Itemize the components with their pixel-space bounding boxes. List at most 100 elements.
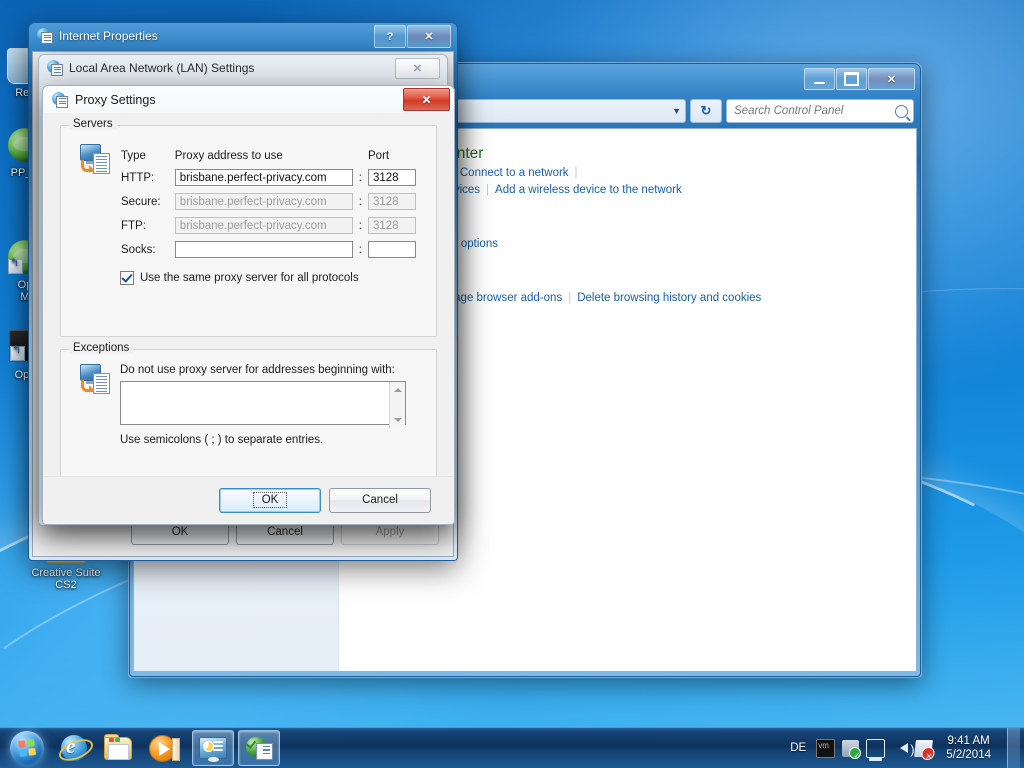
window-title: Local Area Network (LAN) Settings: [69, 61, 254, 75]
desktop-icon-label: Creative Suite CS2: [14, 567, 118, 591]
internet-properties-icon: [37, 28, 53, 44]
cancel-button[interactable]: Cancel: [329, 488, 431, 513]
taskbar[interactable]: DE 9:41 AM 5/2/2014: [0, 727, 1024, 768]
language-indicator[interactable]: DE: [790, 742, 806, 754]
exceptions-group: Exceptions Do not use proxy server for a…: [60, 349, 437, 483]
ok-button-label: OK: [253, 492, 288, 508]
minimize-button[interactable]: [804, 68, 835, 90]
row-label-http: HTTP:: [120, 168, 174, 187]
proxy-settings-body: Servers Type Proxy address to use Port: [44, 113, 453, 523]
lan-settings-titlebar[interactable]: Local Area Network (LAN) Settings ✕: [39, 55, 447, 81]
search-input[interactable]: [732, 104, 895, 118]
exceptions-icon: [80, 364, 110, 394]
secure-address-input: [175, 193, 353, 210]
network-icon[interactable]: [866, 739, 885, 758]
proxy-settings-titlebar[interactable]: Proxy Settings ✕: [43, 86, 454, 113]
close-button[interactable]: ✕: [868, 68, 915, 90]
table-row: Secure: :: [120, 192, 417, 211]
ftp-address-input: [175, 217, 353, 234]
row-label-ftp: FTP:: [120, 216, 174, 235]
close-icon: ✕: [424, 30, 433, 43]
close-icon: ✕: [421, 93, 431, 107]
taskbar-item-windows-media-player[interactable]: [142, 731, 182, 765]
exceptions-legend: Exceptions: [69, 342, 133, 354]
http-address-input[interactable]: [175, 169, 353, 186]
chevron-down-icon[interactable]: ▼: [672, 106, 681, 116]
internet-explorer-icon: [61, 735, 87, 761]
exceptions-scrollbar[interactable]: [389, 382, 405, 428]
vm-icon[interactable]: [816, 739, 835, 758]
col-address: Proxy address to use: [174, 149, 354, 163]
windows-logo-icon: [10, 731, 44, 765]
maximize-button[interactable]: [836, 68, 867, 90]
proxy-settings-icon: [52, 92, 68, 108]
row-label-secure: Secure:: [120, 192, 174, 211]
question-mark-icon: ?: [387, 31, 394, 43]
close-button[interactable]: ✕: [403, 88, 450, 111]
help-button[interactable]: ?: [374, 25, 406, 48]
taskbar-item-control-panel[interactable]: [192, 730, 234, 766]
ftp-port-input: [368, 217, 416, 234]
row-label-socks: Socks:: [120, 240, 174, 259]
proxy-settings-footer: OK Cancel: [44, 476, 453, 523]
socks-address-input[interactable]: [175, 241, 353, 258]
colon-separator: :: [354, 168, 367, 187]
same-proxy-checkbox[interactable]: [120, 271, 134, 285]
search-icon: [895, 105, 908, 118]
secure-port-input: [368, 193, 416, 210]
search-input-wrap[interactable]: [726, 99, 914, 123]
exceptions-description: Do not use proxy server for addresses be…: [120, 364, 417, 376]
windows-explorer-icon: [104, 737, 132, 760]
colon-separator: :: [354, 216, 367, 235]
start-button[interactable]: [2, 729, 52, 767]
taskbar-item-internet-explorer[interactable]: [54, 731, 94, 765]
close-button[interactable]: ✕: [395, 58, 440, 79]
same-proxy-label: Use the same proxy server for all protoc…: [140, 272, 359, 284]
clock-time: 9:41 AM: [946, 734, 991, 748]
table-row: Socks: :: [120, 240, 417, 259]
volume-icon[interactable]: [895, 743, 908, 753]
exceptions-hint: Use semicolons ( ; ) to separate entries…: [120, 434, 417, 446]
same-proxy-checkbox-row[interactable]: Use the same proxy server for all protoc…: [120, 271, 417, 285]
refresh-icon: ↻: [701, 103, 712, 119]
link-add-wireless[interactable]: Add a wireless device to the network: [495, 184, 682, 196]
servers-group: Servers Type Proxy address to use Port: [60, 125, 437, 337]
taskbar-item-windows-explorer[interactable]: [98, 731, 138, 765]
window-title: Internet Properties: [59, 29, 158, 43]
table-row: FTP: :: [120, 216, 417, 235]
internet-properties-titlebar[interactable]: Internet Properties ? ✕: [29, 23, 457, 49]
shield-check-icon[interactable]: [842, 740, 859, 757]
exceptions-textarea-wrap[interactable]: [120, 381, 406, 425]
col-type: Type: [120, 149, 174, 163]
refresh-button[interactable]: ↻: [690, 99, 722, 123]
colon-separator: :: [354, 192, 367, 211]
close-icon: ✕: [887, 73, 896, 86]
servers-legend: Servers: [69, 118, 117, 130]
link-connect-network[interactable]: Connect to a network: [460, 167, 569, 179]
taskbar-item-internet-properties[interactable]: [238, 730, 280, 766]
window-controls[interactable]: ✕: [804, 68, 915, 90]
ok-button[interactable]: OK: [219, 488, 321, 513]
servers-table: Type Proxy address to use Port HTTP: :: [120, 144, 417, 264]
system-tray[interactable]: DE 9:41 AM 5/2/2014: [790, 728, 1024, 768]
http-port-input[interactable]: [368, 169, 416, 186]
proxy-settings-dialog[interactable]: Proxy Settings ✕ Servers Type Proxy addr…: [42, 85, 455, 525]
show-desktop-button[interactable]: [1007, 728, 1020, 768]
proxy-server-icon: [80, 144, 110, 174]
scroll-up-icon[interactable]: [394, 384, 402, 392]
desktop[interactable]: Rec PP_C Op M Ope Creative Suite CS2: [0, 0, 1024, 768]
action-center-flag-icon[interactable]: [914, 740, 933, 757]
windows-media-player-icon: [149, 735, 176, 762]
scroll-down-icon[interactable]: [394, 418, 402, 426]
socks-port-input[interactable]: [368, 241, 416, 258]
window-title: Proxy Settings: [75, 93, 156, 107]
clock[interactable]: 9:41 AM 5/2/2014: [939, 734, 998, 762]
colon-separator: :: [354, 240, 367, 259]
control-panel-icon: [199, 737, 227, 759]
col-port: Port: [367, 149, 417, 163]
table-row: HTTP: :: [120, 168, 417, 187]
window-controls[interactable]: ? ✕: [374, 25, 451, 48]
link-delete-history[interactable]: Delete browsing history and cookies: [577, 292, 761, 304]
close-button[interactable]: ✕: [407, 25, 451, 48]
internet-properties-icon: [246, 737, 273, 760]
